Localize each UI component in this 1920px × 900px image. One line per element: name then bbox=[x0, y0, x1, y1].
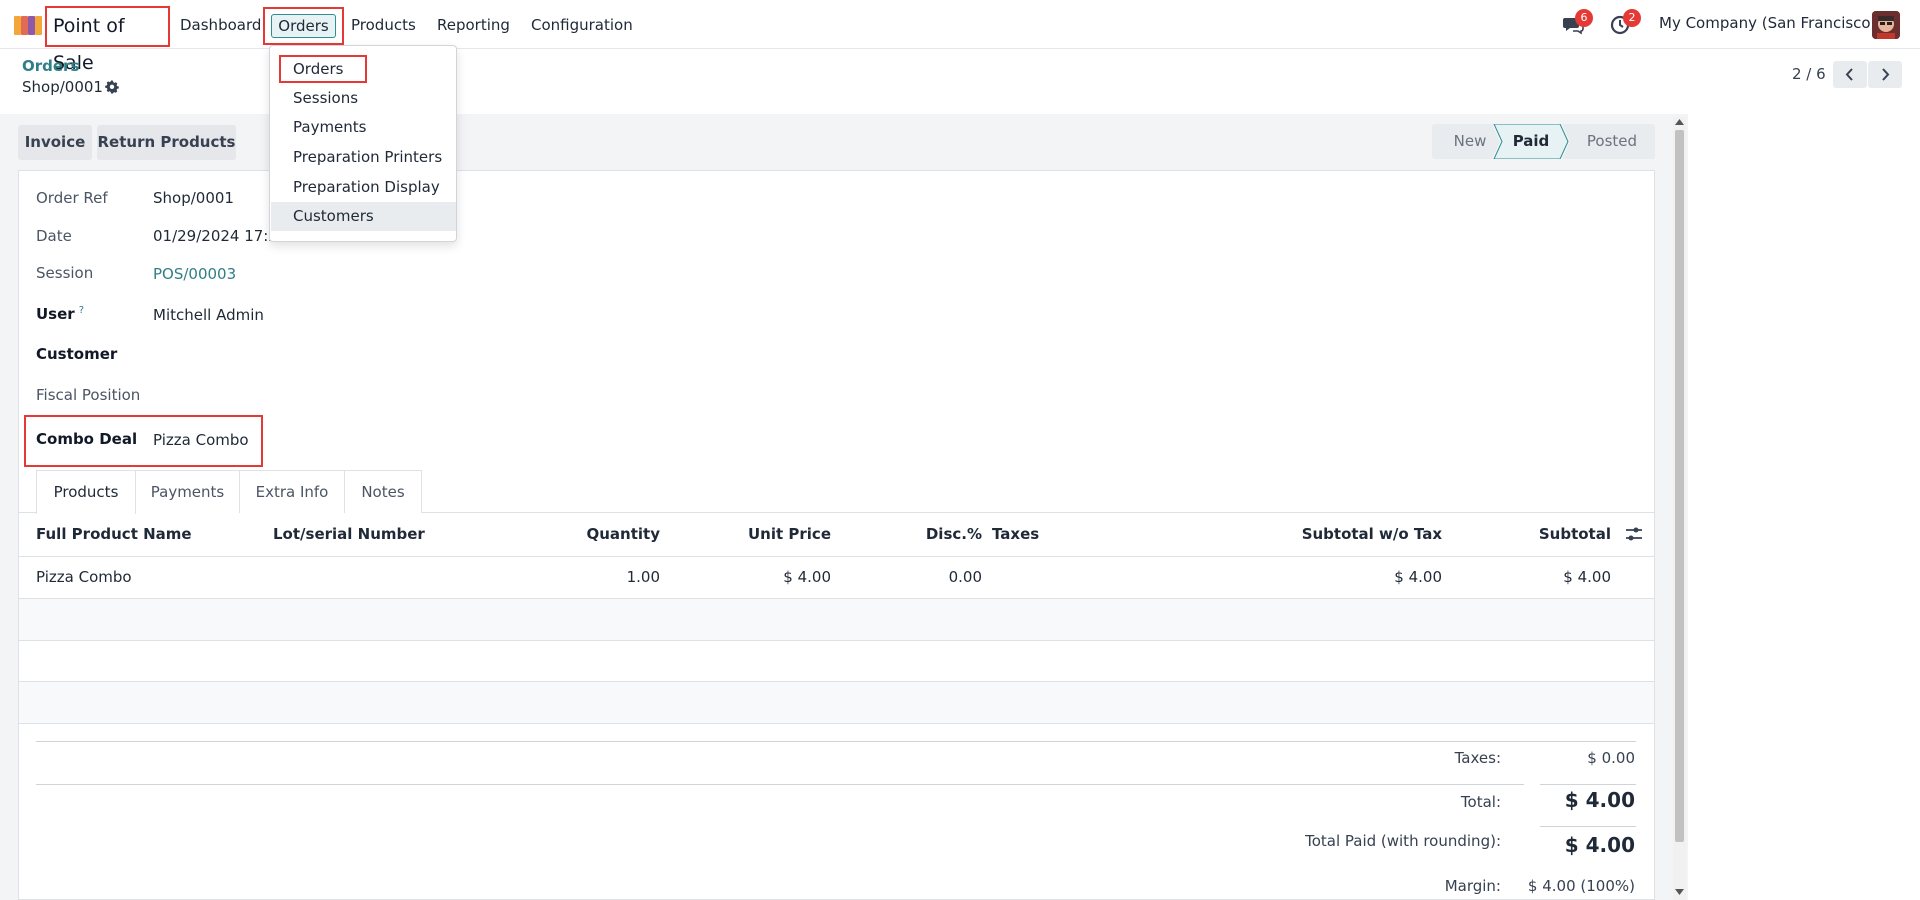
status-posted[interactable]: Posted bbox=[1572, 124, 1652, 159]
scroll-down-icon[interactable] bbox=[1675, 889, 1684, 895]
invoice-button[interactable]: Invoice bbox=[18, 125, 92, 160]
col-quantity[interactable]: Quantity bbox=[587, 525, 661, 543]
menu-item-preparation-display[interactable]: Preparation Display bbox=[271, 173, 456, 202]
user-avatar[interactable] bbox=[1872, 11, 1900, 39]
activities-button[interactable]: 2 bbox=[1610, 9, 1641, 35]
pager-value: 2 / 6 bbox=[1792, 65, 1826, 83]
breadcrumb-orders-link[interactable]: Orders bbox=[22, 57, 79, 75]
return-products-button[interactable]: Return Products bbox=[97, 125, 236, 160]
taxes-total-value: $ 0.00 bbox=[1587, 749, 1635, 767]
pos-app-icon[interactable] bbox=[13, 13, 43, 37]
user-value: Mitchell Admin bbox=[153, 306, 264, 324]
pager-next-button[interactable] bbox=[1868, 61, 1902, 88]
pager-previous-button[interactable] bbox=[1833, 61, 1867, 88]
row-discount[interactable]: 0.00 bbox=[949, 568, 982, 586]
top-navbar: Point of Sale Dashboard Orders Products … bbox=[0, 0, 1920, 74]
combo-deal-label: Combo Deal bbox=[36, 430, 138, 448]
total-label: Total: bbox=[1460, 793, 1501, 811]
date-value: 01/29/2024 17:2 bbox=[153, 227, 278, 245]
avatar-image bbox=[1872, 11, 1900, 39]
messages-badge: 6 bbox=[1575, 9, 1593, 27]
fiscal-position-label: Fiscal Position bbox=[36, 386, 141, 404]
nav-reporting[interactable]: Reporting bbox=[437, 14, 510, 36]
nav-configuration[interactable]: Configuration bbox=[531, 14, 633, 36]
col-subtotal-wo-tax[interactable]: Subtotal w/o Tax bbox=[1302, 525, 1442, 543]
col-subtotal[interactable]: Subtotal bbox=[1539, 525, 1611, 543]
order-ref-value: Shop/0001 bbox=[153, 189, 234, 207]
row-divider bbox=[19, 723, 1654, 724]
user-label-text: User bbox=[36, 305, 75, 323]
menu-item-payments[interactable]: Payments bbox=[271, 113, 456, 142]
scroll-up-icon[interactable] bbox=[1675, 119, 1684, 125]
combo-deal-value: Pizza Combo bbox=[153, 431, 249, 449]
totals-divider bbox=[36, 741, 1636, 742]
col-discount[interactable]: Disc.% bbox=[926, 525, 982, 543]
row-subtotal-wo-tax[interactable]: $ 4.00 bbox=[1394, 568, 1442, 586]
customer-label: Customer bbox=[36, 345, 118, 363]
margin-label: Margin: bbox=[1444, 877, 1501, 895]
total-value: $ 4.00 bbox=[1564, 788, 1635, 812]
scrollbar-thumb[interactable] bbox=[1675, 130, 1684, 842]
company-switcher[interactable]: My Company (San Francisco) bbox=[1659, 14, 1876, 32]
totals-divider bbox=[36, 784, 1524, 785]
status-bar: New Paid Posted bbox=[1432, 124, 1655, 159]
col-taxes[interactable]: Taxes bbox=[992, 525, 1039, 543]
gear-icon[interactable] bbox=[104, 79, 120, 95]
order-ref-label: Order Ref bbox=[36, 189, 108, 207]
status-paid[interactable]: Paid bbox=[1500, 124, 1562, 159]
empty-row bbox=[19, 599, 1654, 640]
row-subtotal[interactable]: $ 4.00 bbox=[1563, 568, 1611, 586]
totals-divider bbox=[1540, 826, 1636, 827]
help-tooltip-icon[interactable]: ? bbox=[79, 305, 84, 316]
margin-value: $ 4.00 (100%) bbox=[1527, 877, 1635, 895]
tab-extra-info[interactable]: Extra Info bbox=[239, 470, 345, 513]
messages-button[interactable]: 6 bbox=[1562, 9, 1593, 35]
activities-badge: 2 bbox=[1623, 9, 1641, 27]
chevron-right-icon bbox=[1882, 68, 1890, 81]
header-divider bbox=[19, 556, 1654, 557]
col-full-product-name[interactable]: Full Product Name bbox=[36, 525, 192, 543]
app-title[interactable]: Point of Sale bbox=[45, 6, 170, 74]
orders-dropdown-menu: Orders Sessions Payments Preparation Pri… bbox=[269, 45, 457, 242]
nav-orders[interactable]: Orders bbox=[271, 14, 336, 38]
nav-dashboard[interactable]: Dashboard bbox=[180, 14, 261, 36]
row-quantity[interactable]: 1.00 bbox=[627, 568, 660, 586]
row-product-name[interactable]: Pizza Combo bbox=[36, 568, 132, 586]
menu-item-sessions[interactable]: Sessions bbox=[271, 84, 456, 113]
column-settings-icon[interactable] bbox=[1625, 526, 1643, 542]
totals-divider bbox=[1540, 784, 1636, 785]
user-label: User? bbox=[36, 305, 84, 323]
menu-item-customers[interactable]: Customers bbox=[271, 202, 456, 231]
session-link[interactable]: POS/00003 bbox=[153, 265, 236, 283]
status-new[interactable]: New bbox=[1440, 124, 1500, 159]
tab-notes[interactable]: Notes bbox=[344, 470, 422, 513]
nav-products[interactable]: Products bbox=[351, 14, 416, 36]
chevron-left-icon bbox=[1845, 68, 1853, 81]
tab-payments[interactable]: Payments bbox=[135, 470, 240, 513]
col-unit-price[interactable]: Unit Price bbox=[748, 525, 831, 543]
total-paid-value: $ 4.00 bbox=[1564, 833, 1635, 857]
row-unit-price[interactable]: $ 4.00 bbox=[783, 568, 831, 586]
col-lot-serial[interactable]: Lot/serial Number bbox=[273, 525, 425, 543]
total-paid-label: Total Paid (with rounding): bbox=[1305, 832, 1501, 850]
nav-orders-highlight: Orders bbox=[263, 7, 344, 45]
row-divider bbox=[19, 640, 1654, 641]
taxes-total-label: Taxes: bbox=[1454, 749, 1501, 767]
menu-item-orders-highlight bbox=[279, 55, 367, 83]
date-label: Date bbox=[36, 227, 72, 245]
session-label: Session bbox=[36, 264, 94, 282]
menu-item-preparation-printers[interactable]: Preparation Printers bbox=[271, 143, 456, 172]
empty-row bbox=[19, 682, 1654, 723]
breadcrumb-current: Shop/0001 bbox=[22, 78, 103, 96]
tab-products[interactable]: Products bbox=[36, 470, 136, 514]
